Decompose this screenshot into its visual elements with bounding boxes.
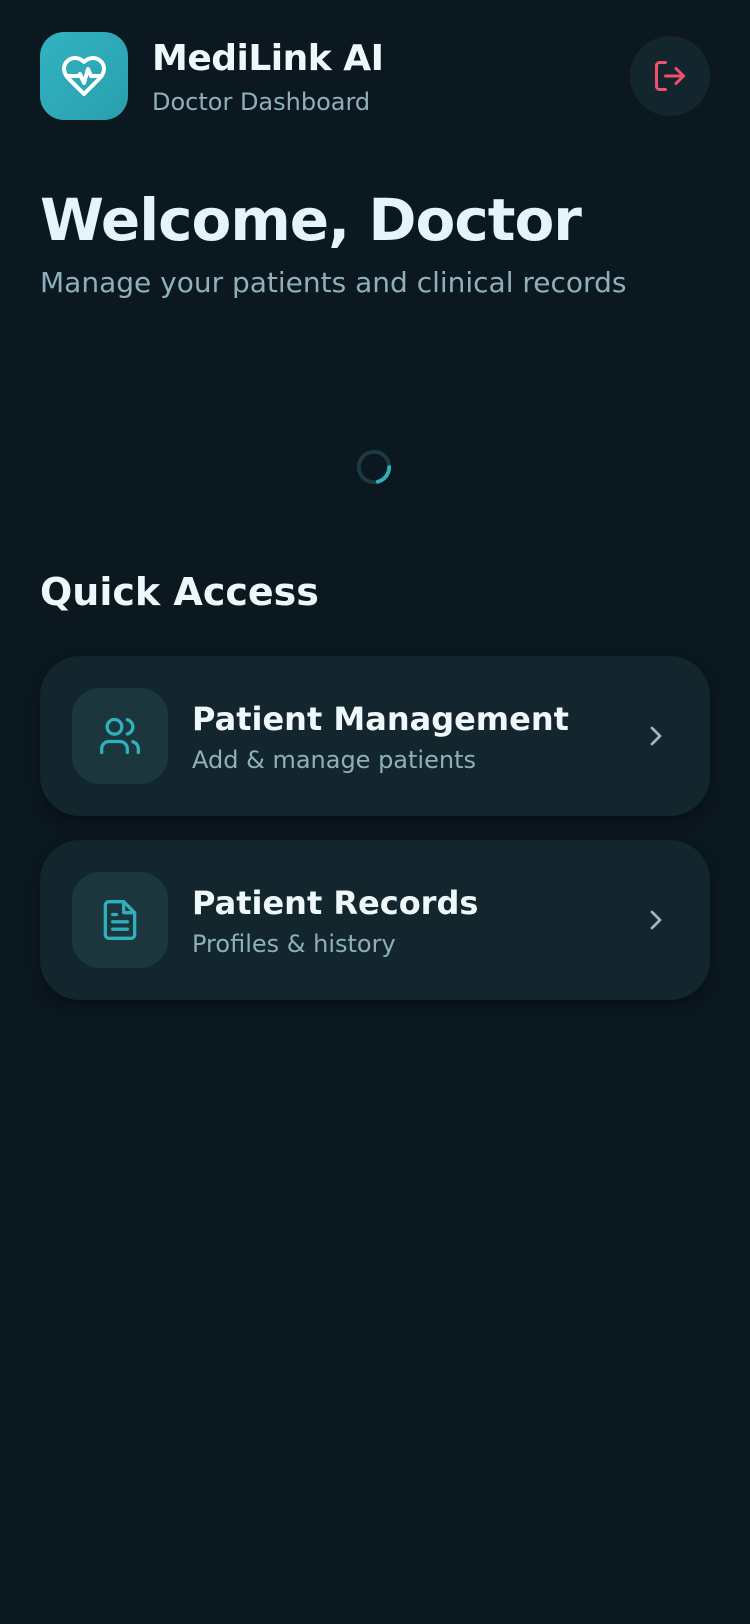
loading-spinner-icon <box>356 449 392 485</box>
app-subtitle: Doctor Dashboard <box>152 88 371 116</box>
app-title: MediLink AI <box>152 38 384 79</box>
users-icon <box>100 717 140 755</box>
card-icon-box <box>72 688 168 784</box>
card-title: Patient Records <box>192 884 479 922</box>
heart-pulse-icon <box>62 56 106 96</box>
logout-button[interactable] <box>630 36 710 116</box>
app-logo <box>40 32 128 120</box>
welcome-subtitle: Manage your patients and clinical record… <box>40 266 627 299</box>
log-out-icon <box>655 61 685 91</box>
card-subtitle: Profiles & history <box>192 930 396 958</box>
app-header: MediLink AI Doctor Dashboard <box>40 32 710 120</box>
card-title: Patient Management <box>192 700 569 738</box>
patient-records-card[interactable]: Patient Records Profiles & history <box>40 840 710 1000</box>
quick-access-title: Quick Access <box>40 570 319 614</box>
chevron-right-icon <box>650 910 662 930</box>
chevron-right-icon <box>650 726 662 746</box>
welcome-title: Welcome, Doctor <box>40 186 582 254</box>
patient-management-card[interactable]: Patient Management Add & manage patients <box>40 656 710 816</box>
card-icon-box <box>72 872 168 968</box>
card-subtitle: Add & manage patients <box>192 746 476 774</box>
file-text-icon <box>103 900 137 940</box>
